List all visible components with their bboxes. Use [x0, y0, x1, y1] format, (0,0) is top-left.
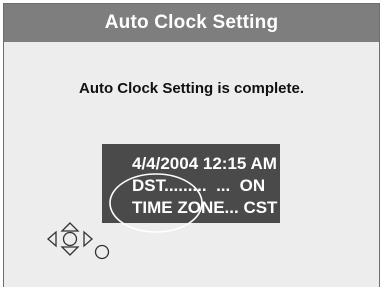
dpad-navigation-icon: [47, 222, 110, 260]
clock-info-panel: 4/4/2004 12:15 AM DST......... ... ON TI…: [102, 144, 280, 223]
completion-message: Auto Clock Setting is complete.: [78, 80, 305, 97]
timezone-line: TIME ZONE... CST: [132, 198, 278, 217]
arrow-up-icon: [60, 222, 80, 232]
dialog-title: Auto Clock Setting: [4, 4, 379, 42]
arrow-down-icon: [60, 246, 80, 256]
enter-circle-icon: [94, 244, 110, 260]
clock-setting-screen: Auto Clock Setting Auto Clock Setting is…: [3, 3, 380, 287]
dst-line: DST......... ... ON: [132, 176, 266, 195]
arrow-right-icon: [83, 230, 93, 248]
arrow-left-icon: [47, 230, 57, 248]
datetime-line: 4/4/2004 12:15 AM: [132, 154, 277, 173]
center-select-icon: [62, 231, 78, 247]
